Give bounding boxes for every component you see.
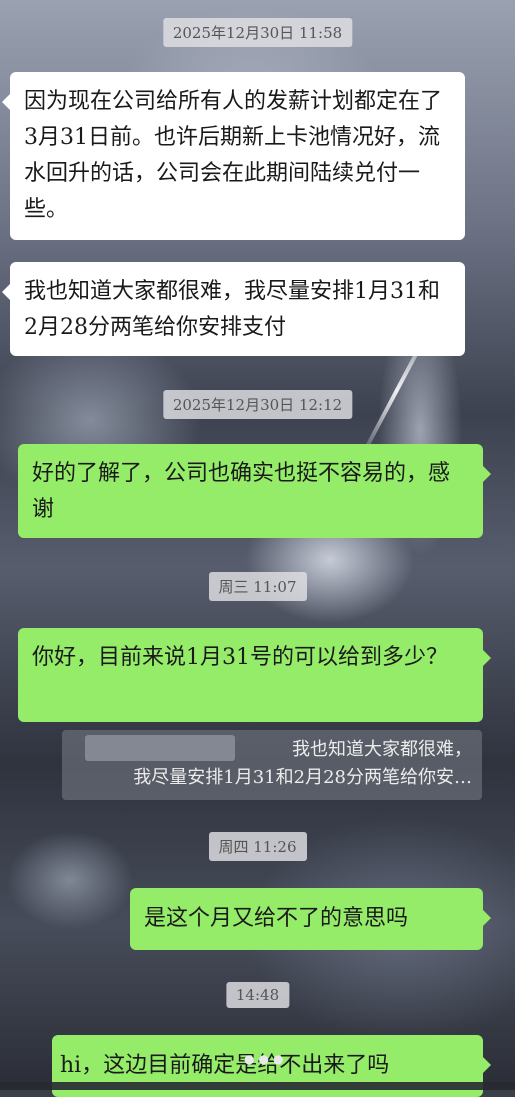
timestamp: 14:48 — [225, 982, 290, 1008]
timestamp: 2025年12月30日 12:12 — [162, 390, 353, 419]
message-bubble-incoming[interactable]: 因为现在公司给所有人的发薪计划都定在了3月31日前。也许后期新上卡池情况好，流水… — [2, 72, 465, 240]
loading-indicator: ●●● — [244, 1052, 288, 1066]
timestamp: 周四 11:26 — [208, 832, 307, 861]
quoted-text-line-2: 我尽量安排1月31和2月28分两笔给你安… — [133, 767, 472, 788]
message-bubble-outgoing[interactable]: 好的了解了，公司也确实也挺不容易的，感谢 — [18, 444, 491, 538]
message-bubble-outgoing[interactable]: 是这个月又给不了的意思吗 — [130, 888, 491, 950]
bottom-edge — [0, 1082, 515, 1090]
quote-sender-redacted — [85, 735, 235, 761]
timestamp: 2025年12月30日 11:58 — [162, 18, 353, 47]
quoted-text-line-1: 我也知道大家都很难， — [292, 739, 472, 760]
message-bubble-incoming[interactable]: 我也知道大家都很难，我尽量安排1月31和2月28分两笔给你安排支付 — [2, 262, 465, 356]
message-bubble-outgoing[interactable]: 你好，目前来说1月31号的可以给到多少？ — [18, 628, 491, 722]
timestamp: 周三 11:07 — [208, 572, 307, 601]
